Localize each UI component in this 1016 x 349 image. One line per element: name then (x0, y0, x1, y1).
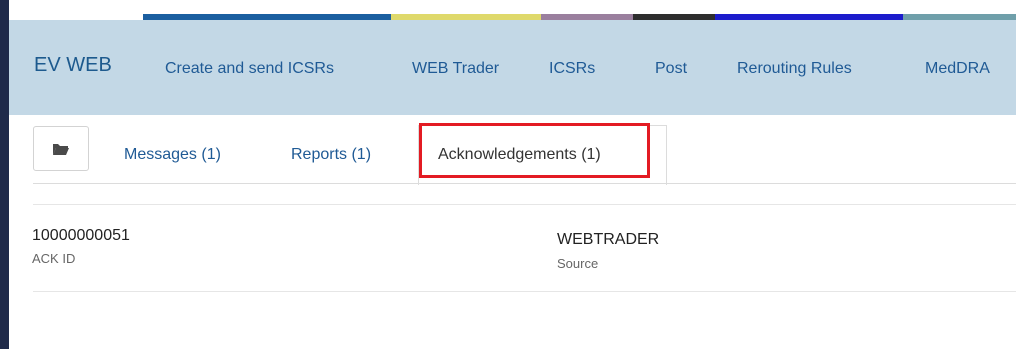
nav-post[interactable]: Post (655, 60, 687, 78)
nav-meddra[interactable]: MedDRA (925, 60, 990, 78)
record-divider-top (33, 204, 1016, 205)
tab-reports[interactable]: Reports (1) (291, 146, 371, 164)
window-left-edge (0, 0, 9, 349)
source-label: Source (557, 256, 599, 271)
app-brand[interactable]: EV WEB (34, 54, 112, 77)
tab-acknowledgements[interactable]: Acknowledgements (1) (438, 146, 601, 164)
nav-web-trader[interactable]: WEB Trader (412, 60, 499, 78)
main-content: Messages (1) Reports (1) Acknowledgement… (9, 115, 1016, 349)
nav-rerouting-rules[interactable]: Rerouting Rules (737, 60, 852, 78)
ack-id-label: ACK ID (32, 251, 76, 266)
tabs-divider (33, 183, 1016, 184)
nav-create-and-send-icsrs[interactable]: Create and send ICSRs (165, 60, 334, 78)
tab-messages[interactable]: Messages (1) (124, 146, 221, 164)
source-value: WEBTRADER (557, 231, 660, 248)
nav-icsrs[interactable]: ICSRs (549, 60, 595, 78)
folder-open-icon (52, 142, 70, 156)
record-divider-bottom (33, 291, 1016, 292)
ack-id-value: 10000000051 (32, 227, 130, 244)
top-navigation-bar: EV WEB Create and send ICSRs WEB Trader … (9, 20, 1016, 115)
folder-button[interactable] (33, 126, 89, 171)
